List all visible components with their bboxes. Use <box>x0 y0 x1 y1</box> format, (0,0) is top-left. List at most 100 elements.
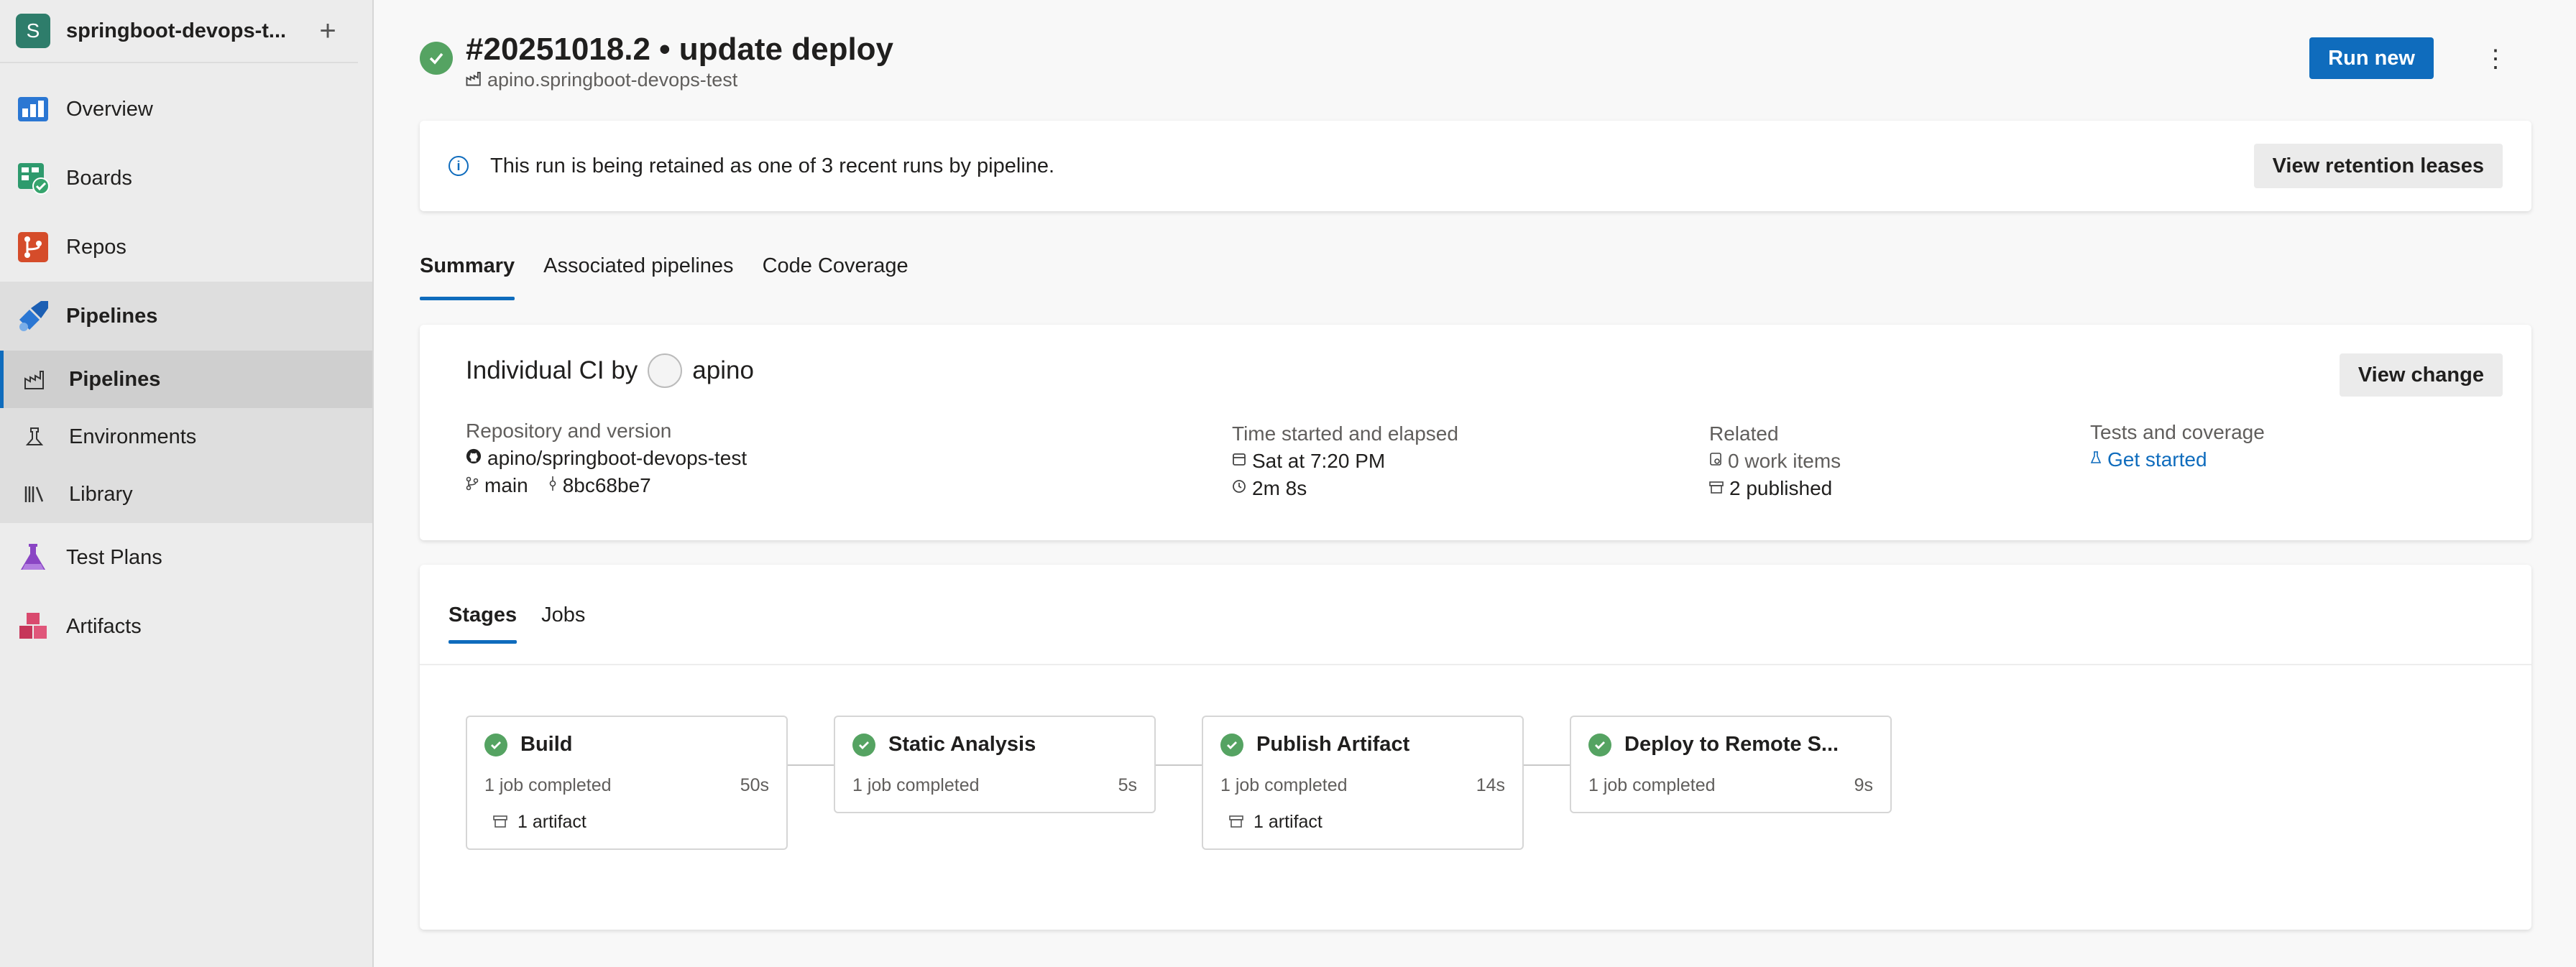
tab-stages[interactable]: Stages <box>448 603 518 665</box>
stage-card-static-analysis[interactable]: Static Analysis 1 job completed 5s <box>834 716 1156 813</box>
repository-column: Repository and version apino/springboot-… <box>466 420 747 497</box>
project-name[interactable]: springboot-devops-t... <box>66 19 313 43</box>
stage-artifact-count: 1 artifact <box>1254 812 1322 832</box>
work-item-icon <box>1709 452 1722 471</box>
view-retention-leases-button[interactable]: View retention leases <box>2253 144 2503 188</box>
trigger-prefix: Individual CI by <box>466 356 638 384</box>
stage-name: Build <box>520 733 573 756</box>
stage-connector <box>1156 764 1203 766</box>
stage-artifact-link[interactable]: 1 artifact <box>484 812 769 833</box>
sidebar-item-repos[interactable]: Repos <box>0 213 372 282</box>
success-check-icon <box>1220 733 1243 757</box>
sidebar-item-overview[interactable]: Overview <box>0 75 372 144</box>
stage-name: Deploy to Remote S... <box>1624 733 1839 756</box>
stage-duration: 9s <box>1854 775 1873 795</box>
info-icon: i <box>448 156 469 176</box>
project-avatar[interactable]: S <box>16 14 50 48</box>
stage-connector <box>1524 764 1571 766</box>
pipeline-name-text: apino.springboot-devops-test <box>487 69 738 91</box>
beaker-icon <box>2090 450 2102 469</box>
run-header: #20251018.2 • update deploy apino.spring… <box>420 0 2531 112</box>
trigger-user[interactable]: apino <box>692 356 754 385</box>
sidebar-item-label: Environments <box>69 425 197 448</box>
sidebar-item-label: Repos <box>66 235 126 259</box>
pipelines-submenu: Pipelines Environments Library <box>0 351 372 523</box>
stage-name: Publish Artifact <box>1256 733 1410 756</box>
sidebar-item-boards[interactable]: Boards <box>0 144 372 213</box>
pipelines-icon <box>16 299 50 333</box>
run-tabs: Summary Associated pipelines Code Covera… <box>420 254 2531 300</box>
sidebar-item-pipelines[interactable]: Pipelines <box>0 282 372 351</box>
sidebar-subitem-environments[interactable]: Environments <box>0 408 372 466</box>
work-items-row: 0 work items <box>1709 450 1841 473</box>
sidebar-item-artifacts[interactable]: Artifacts <box>0 592 372 661</box>
sidebar-subitem-pipelines[interactable]: Pipelines <box>0 351 372 408</box>
pipeline-name[interactable]: apino.springboot-devops-test <box>466 69 737 91</box>
work-items-count: 0 work items <box>1728 450 1841 472</box>
retention-message: This run is being retained as one of 3 r… <box>490 154 1055 177</box>
artifact-box-icon <box>1709 479 1724 498</box>
library-icon <box>22 481 47 507</box>
stage-artifact-count: 1 artifact <box>518 812 586 832</box>
success-check-icon <box>852 733 875 757</box>
published-count: 2 published <box>1729 477 1833 499</box>
stage-card-publish-artifact[interactable]: Publish Artifact 1 job completed 14s 1 ar… <box>1202 716 1524 850</box>
repos-icon <box>16 230 50 264</box>
version-row: main 8bc68be7 <box>466 474 747 497</box>
stage-jobs: 1 job completed <box>1220 775 1348 795</box>
environment-icon <box>22 424 47 450</box>
retention-banner: i This run is being retained as one of 3… <box>420 121 2531 211</box>
view-change-button[interactable]: View change <box>2339 353 2503 397</box>
sidebar-subitem-library[interactable]: Library <box>0 466 372 523</box>
stage-artifact-link[interactable]: 1 artifact <box>1220 812 1505 833</box>
time-label: Time started and elapsed <box>1232 422 1458 445</box>
started-row: Sat at 7:20 PM <box>1232 450 1458 473</box>
trigger-info: Individual CI by apino <box>466 353 754 388</box>
project-header: S springboot-devops-t... + <box>0 0 358 63</box>
sidebar: S springboot-devops-t... + Overview Boar… <box>0 0 374 967</box>
get-started-link[interactable]: Get started <box>2090 448 2265 471</box>
pipeline-factory-icon <box>22 366 47 392</box>
boards-icon <box>16 161 50 195</box>
overview-icon <box>16 92 50 126</box>
commit-id[interactable]: 8bc68be7 <box>563 474 651 497</box>
clock-icon <box>1232 479 1246 498</box>
github-icon <box>466 448 482 468</box>
time-column: Time started and elapsed Sat at 7:20 PM … <box>1232 422 1458 500</box>
sidebar-item-label: Pipelines <box>66 304 158 328</box>
branch-icon <box>466 476 479 495</box>
calendar-icon <box>1232 452 1246 471</box>
stage-graph: Build 1 job completed 50s 1 artifact Stat… <box>466 716 2047 859</box>
add-icon[interactable]: + <box>313 17 342 45</box>
stage-jobs: 1 job completed <box>852 775 980 795</box>
artifact-box-icon <box>493 812 507 833</box>
published-row[interactable]: 2 published <box>1709 477 1841 500</box>
sidebar-item-test-plans[interactable]: Test Plans <box>0 523 372 592</box>
sidebar-item-label: Overview <box>66 97 153 121</box>
run-success-icon <box>420 42 453 75</box>
sidebar-item-label: Artifacts <box>66 614 142 638</box>
tests-column: Tests and coverage Get started <box>2090 421 2265 471</box>
sidebar-item-label: Boards <box>66 166 132 190</box>
more-actions-icon[interactable]: ⋮ <box>2481 43 2510 75</box>
stages-card: Stages Jobs Build 1 job completed 50s 1 a… <box>420 565 2531 930</box>
stage-duration: 14s <box>1476 775 1505 795</box>
stage-tabs: Stages Jobs <box>420 565 2531 665</box>
commit-icon <box>548 476 557 496</box>
elapsed-row: 2m 8s <box>1232 477 1458 500</box>
stage-card-deploy[interactable]: Deploy to Remote S... 1 job completed 9s <box>1570 716 1892 813</box>
run-new-button[interactable]: Run new <box>2309 37 2434 79</box>
sidebar-item-label: Library <box>69 482 133 506</box>
repo-label: Repository and version <box>466 420 672 442</box>
main-content: #20251018.2 • update deploy apino.spring… <box>420 0 2531 930</box>
branch-name[interactable]: main <box>484 474 528 497</box>
tab-summary[interactable]: Summary <box>420 254 515 300</box>
stage-name: Static Analysis <box>888 733 1036 756</box>
tab-associated-pipelines[interactable]: Associated pipelines <box>543 254 733 300</box>
tab-code-coverage[interactable]: Code Coverage <box>763 254 908 300</box>
repo-link[interactable]: apino/springboot-devops-test <box>466 447 747 470</box>
tab-jobs[interactable]: Jobs <box>541 603 585 665</box>
stage-duration: 50s <box>740 775 769 795</box>
stage-connector <box>788 764 835 766</box>
stage-card-build[interactable]: Build 1 job completed 50s 1 artifact <box>466 716 788 850</box>
